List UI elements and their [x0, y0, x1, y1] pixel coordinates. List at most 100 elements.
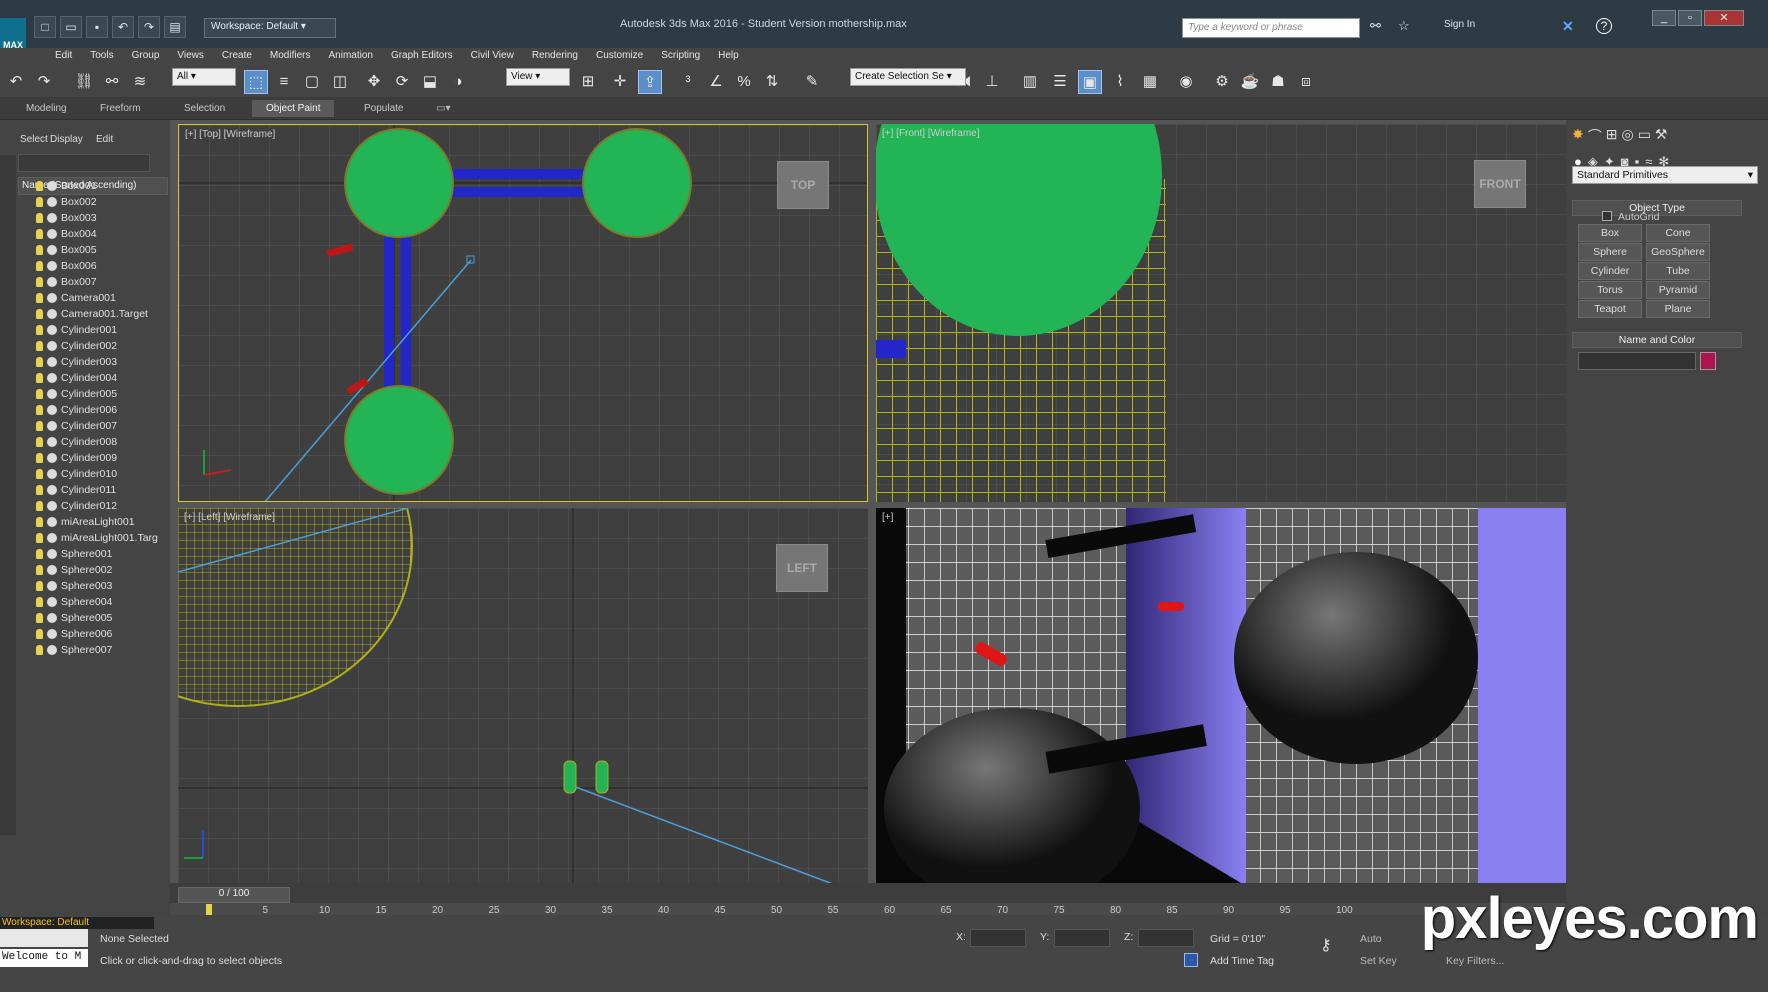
- undo-icon[interactable]: ↶: [4, 70, 28, 94]
- render-iterative-icon[interactable]: ⧈: [1294, 70, 1318, 94]
- viewport-top[interactable]: [+] [Top] [Wireframe] TOP: [178, 124, 868, 502]
- new-file-icon[interactable]: □: [34, 16, 56, 38]
- light-bulb-icon[interactable]: [36, 629, 43, 639]
- percent-snap-icon[interactable]: %: [732, 70, 756, 94]
- rectangular-selection-icon[interactable]: ▢: [300, 70, 324, 94]
- visibility-icon[interactable]: [47, 565, 57, 575]
- visibility-icon[interactable]: [47, 517, 57, 527]
- move-icon[interactable]: ✥: [362, 70, 386, 94]
- light-bulb-icon[interactable]: [36, 389, 43, 399]
- viewcube-top[interactable]: TOP: [777, 161, 829, 209]
- close-button[interactable]: ✕: [1704, 10, 1744, 26]
- menu-create[interactable]: Create: [213, 48, 261, 66]
- pyramid-button[interactable]: Pyramid: [1646, 281, 1710, 299]
- light-bulb-icon[interactable]: [36, 309, 43, 319]
- layers-icon[interactable]: ☰: [1048, 70, 1072, 94]
- snaps-toggle-icon[interactable]: ³: [676, 70, 700, 94]
- viewcube-left[interactable]: LEFT: [776, 544, 828, 592]
- project-icon[interactable]: ▤: [164, 16, 186, 38]
- angle-snap-icon[interactable]: ∠: [704, 70, 728, 94]
- tab-selection[interactable]: Selection: [184, 103, 225, 114]
- viewport-label-left[interactable]: [+] [Left] [Wireframe]: [184, 512, 275, 523]
- viewport-front[interactable]: [+] [Front] [Wireframe] FRONT: [876, 124, 1566, 502]
- menu-graph-editors[interactable]: Graph Editors: [382, 48, 462, 66]
- visibility-icon[interactable]: [47, 197, 57, 207]
- visibility-icon[interactable]: [47, 469, 57, 479]
- light-bulb-icon[interactable]: [36, 437, 43, 447]
- visibility-icon[interactable]: [47, 501, 57, 511]
- light-bulb-icon[interactable]: [36, 565, 43, 575]
- menu-group[interactable]: Group: [123, 48, 169, 66]
- set-key-icon[interactable]: ⚷: [1320, 935, 1332, 955]
- visibility-icon[interactable]: [47, 277, 57, 287]
- visibility-icon[interactable]: [47, 325, 57, 335]
- geosphere-button[interactable]: GeoSphere: [1646, 243, 1710, 261]
- visibility-icon[interactable]: [47, 213, 57, 223]
- viewport-label-top[interactable]: [+] [Top] [Wireframe]: [185, 129, 275, 140]
- tab-object-paint[interactable]: Object Paint: [252, 100, 335, 117]
- visibility-icon[interactable]: [47, 645, 57, 655]
- box-button[interactable]: Box: [1578, 224, 1642, 242]
- y-coordinate-field[interactable]: [1054, 929, 1110, 947]
- visibility-icon[interactable]: [47, 453, 57, 463]
- redo-icon[interactable]: ↷: [138, 16, 160, 38]
- spinner-snap-icon[interactable]: ⇅: [760, 70, 784, 94]
- light-bulb-icon[interactable]: [36, 549, 43, 559]
- light-bulb-icon[interactable]: [36, 261, 43, 271]
- teapot-button[interactable]: Teapot: [1578, 300, 1642, 318]
- edit-named-selection-icon[interactable]: ✎: [800, 70, 824, 94]
- sign-in-button[interactable]: Sign In: [1444, 19, 1475, 30]
- menu-views[interactable]: Views: [168, 48, 213, 66]
- viewcube-front[interactable]: FRONT: [1474, 160, 1526, 208]
- unlink-icon[interactable]: ⚯: [100, 70, 124, 94]
- rollout-name-and-color[interactable]: Name and Color: [1572, 332, 1742, 348]
- select-object-icon[interactable]: ⬚: [244, 70, 268, 94]
- torus-button[interactable]: Torus: [1578, 281, 1642, 299]
- undo-icon[interactable]: ↶: [112, 16, 134, 38]
- ribbon-options-icon[interactable]: ▭▾: [436, 103, 450, 114]
- menu-edit[interactable]: Edit: [46, 48, 81, 66]
- cylinder-button[interactable]: Cylinder: [1578, 262, 1642, 280]
- maxscript-listener[interactable]: Welcome to M: [0, 949, 88, 967]
- exchange-icon[interactable]: ✕: [1562, 18, 1574, 35]
- light-bulb-icon[interactable]: [36, 277, 43, 287]
- visibility-icon[interactable]: [47, 597, 57, 607]
- light-bulb-icon[interactable]: [36, 357, 43, 367]
- light-bulb-icon[interactable]: [36, 325, 43, 335]
- viewport-label-front[interactable]: [+] [Front] [Wireframe]: [882, 128, 980, 139]
- light-bulb-icon[interactable]: [36, 597, 43, 607]
- light-bulb-icon[interactable]: [36, 405, 43, 415]
- tube-button[interactable]: Tube: [1646, 262, 1710, 280]
- visibility-icon[interactable]: [47, 245, 57, 255]
- light-bulb-icon[interactable]: [36, 293, 43, 303]
- pivot-center-icon[interactable]: ⊞: [576, 70, 600, 94]
- binoculars-icon[interactable]: ⚯: [1370, 18, 1381, 34]
- menu-tools[interactable]: Tools: [81, 48, 122, 66]
- add-time-tag[interactable]: Add Time Tag: [1210, 955, 1274, 967]
- menu-scripting[interactable]: Scripting: [652, 48, 709, 66]
- explorer-menu-display[interactable]: Display: [50, 134, 83, 145]
- cone-button[interactable]: Cone: [1646, 224, 1710, 242]
- light-bulb-icon[interactable]: [36, 485, 43, 495]
- light-bulb-icon[interactable]: [36, 469, 43, 479]
- visibility-icon[interactable]: [47, 421, 57, 431]
- light-bulb-icon[interactable]: [36, 533, 43, 543]
- motion-tab-icon[interactable]: ◎: [1621, 126, 1633, 146]
- visibility-icon[interactable]: [47, 261, 57, 271]
- visibility-icon[interactable]: [47, 357, 57, 367]
- viewport-label-camera[interactable]: [+]: [882, 512, 893, 523]
- maxscript-listener-top[interactable]: [0, 929, 88, 947]
- light-bulb-icon[interactable]: [36, 645, 43, 655]
- visibility-icon[interactable]: [47, 533, 57, 543]
- auto-key-button[interactable]: Auto: [1360, 933, 1382, 945]
- light-bulb-icon[interactable]: [36, 421, 43, 431]
- light-bulb-icon[interactable]: [36, 213, 43, 223]
- utilities-tab-icon[interactable]: ⚒: [1655, 126, 1668, 146]
- visibility-icon[interactable]: [47, 341, 57, 351]
- save-icon[interactable]: ▪: [86, 16, 108, 38]
- visibility-icon[interactable]: [47, 437, 57, 447]
- minimize-button[interactable]: _: [1652, 10, 1676, 26]
- light-bulb-icon[interactable]: [36, 341, 43, 351]
- light-bulb-icon[interactable]: [36, 245, 43, 255]
- time-tag-icon[interactable]: [1184, 953, 1198, 967]
